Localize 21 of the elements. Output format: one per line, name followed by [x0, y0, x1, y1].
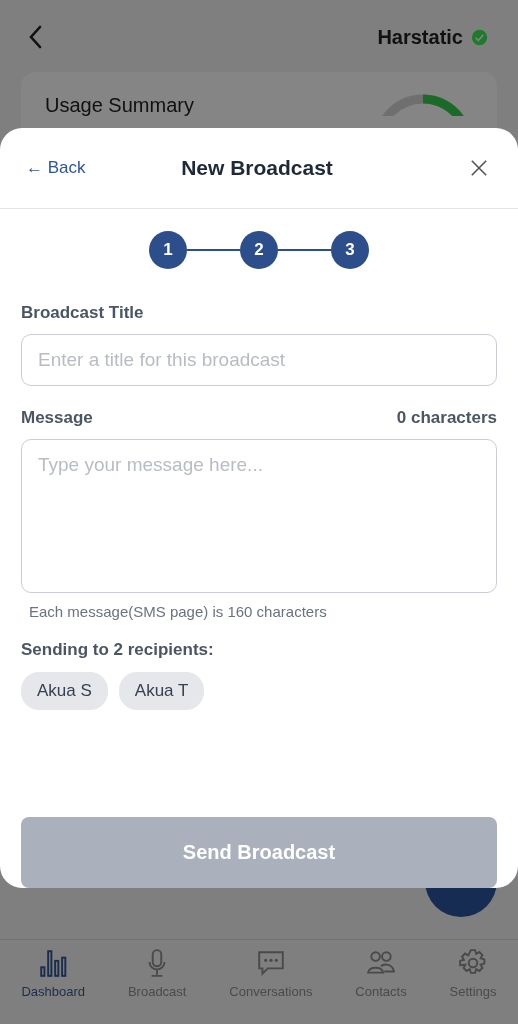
- card-title: Usage Summary: [45, 94, 194, 118]
- title-field[interactable]: Enter a title for this broadcast: [21, 334, 497, 386]
- recipient-chip: Akua S: [21, 672, 108, 710]
- sheet-title: New Broadcast: [180, 156, 334, 180]
- back-link[interactable]: ← Back: [26, 158, 116, 178]
- step-indicator: 2: [240, 231, 278, 269]
- message-field[interactable]: Type your message here...: [21, 439, 497, 593]
- chat-icon: [255, 948, 286, 978]
- step-indicator: 1: [149, 231, 187, 269]
- close-icon[interactable]: [470, 159, 488, 177]
- nav-tab[interactable]: Dashboard: [21, 948, 86, 999]
- account-name: Harstatic: [377, 25, 463, 49]
- recipient-chip: Akua T: [118, 672, 205, 710]
- field-label: Broadcast Title: [21, 303, 145, 323]
- back-icon[interactable]: [28, 25, 42, 49]
- step-indicator: 3: [331, 231, 369, 269]
- hint-text: Each message(SMS page) is 160 characters: [29, 603, 328, 620]
- recipients-label: Sending to 2 recipients:: [21, 640, 215, 660]
- field-label: Message: [21, 408, 93, 428]
- bar-chart-icon: [38, 948, 69, 978]
- character-counter: 0 characters: [396, 408, 497, 428]
